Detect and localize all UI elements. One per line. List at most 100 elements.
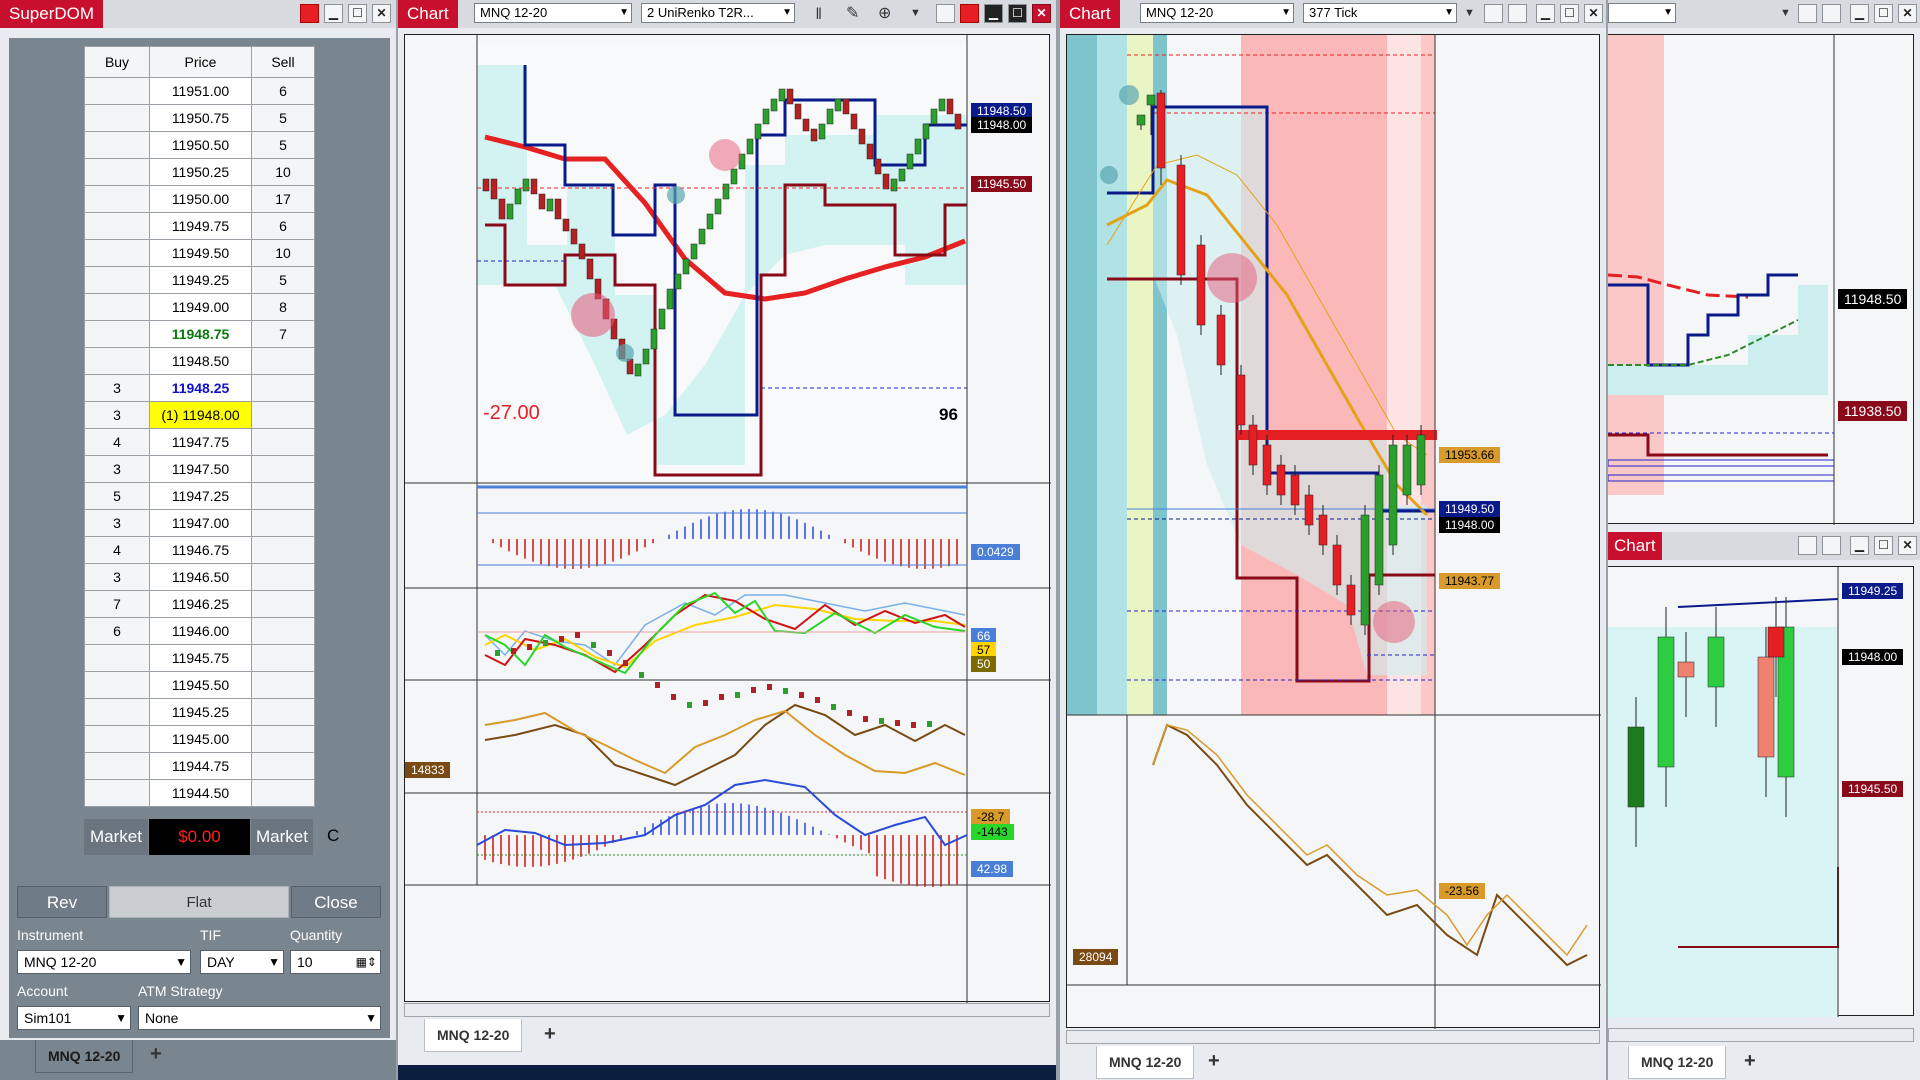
ladder-price-cell[interactable]: 11946.00 bbox=[149, 617, 252, 645]
ladder-price-cell[interactable]: 11945.75 bbox=[149, 644, 252, 672]
ladder-price-cell[interactable]: 11944.50 bbox=[149, 779, 252, 807]
chart1-close-button[interactable]: ✕ bbox=[1032, 4, 1051, 23]
chart2-option2-button[interactable] bbox=[1508, 4, 1527, 23]
chart3-option2-button[interactable] bbox=[1822, 4, 1841, 23]
ladder-sell-cell[interactable]: 5 bbox=[251, 104, 315, 132]
ladder-buy-cell[interactable] bbox=[84, 131, 150, 159]
ladder-price-cell[interactable]: 11950.75 bbox=[149, 104, 252, 132]
ladder-buy-cell[interactable] bbox=[84, 239, 150, 267]
chart1-scrollbar[interactable] bbox=[404, 1003, 1050, 1017]
chart1-bartype-select[interactable]: 2 UniRenko T2R... ▼ bbox=[641, 3, 795, 23]
ladder-price-cell[interactable]: 11949.50 bbox=[149, 239, 252, 267]
calculator-icon[interactable]: ▦⇕ bbox=[356, 951, 377, 973]
chart1-tab-mnq[interactable]: MNQ 12-20 bbox=[424, 1019, 523, 1052]
ladder-buy-cell[interactable] bbox=[84, 671, 150, 699]
ladder-price-cell[interactable]: 11949.00 bbox=[149, 293, 252, 321]
ladder-sell-cell[interactable] bbox=[251, 401, 315, 429]
ladder-buy-cell[interactable] bbox=[84, 212, 150, 240]
chart4-maximize-button[interactable]: ☐ bbox=[1874, 536, 1893, 555]
atm-select[interactable]: None ▼ bbox=[138, 1006, 381, 1030]
ladder-price-cell[interactable]: 11945.25 bbox=[149, 698, 252, 726]
ladder-row[interactable]: 11950.25 10 bbox=[84, 158, 315, 186]
ladder-row[interactable]: 11950.75 5 bbox=[84, 104, 315, 132]
ladder-buy-cell[interactable]: 5 bbox=[84, 482, 150, 510]
chart3-close-button[interactable]: ✕ bbox=[1898, 4, 1917, 23]
ladder-sell-cell[interactable] bbox=[251, 563, 315, 591]
ladder-sell-cell[interactable] bbox=[251, 725, 315, 753]
maximize-button[interactable]: ☐ bbox=[348, 4, 367, 23]
ladder-sell-cell[interactable]: 6 bbox=[251, 77, 315, 105]
chart4-scrollbar[interactable] bbox=[1608, 1028, 1914, 1042]
ladder-row[interactable]: 11945.00 bbox=[84, 725, 315, 753]
chart2-add-tab-button[interactable]: + bbox=[1208, 1050, 1220, 1073]
ladder-row[interactable]: 3 11946.50 bbox=[84, 563, 315, 591]
ladder-row[interactable]: 4 11947.75 bbox=[84, 428, 315, 456]
ladder-price-cell[interactable]: 11946.75 bbox=[149, 536, 252, 564]
chart1-panel[interactable]: -27.00 96 11948.50 11948.00 11945.50 0.0… bbox=[404, 34, 1051, 1003]
chevron-down-icon[interactable]: ▼ bbox=[1780, 7, 1791, 19]
ladder-sell-cell[interactable] bbox=[251, 698, 315, 726]
ladder-row[interactable]: 11948.50 bbox=[84, 347, 315, 375]
ladder-buy-cell[interactable]: 4 bbox=[84, 428, 150, 456]
ladder-sell-cell[interactable]: 5 bbox=[251, 131, 315, 159]
chart4-minimize-button[interactable]: ▁ bbox=[1850, 536, 1869, 555]
chart2-minimize-button[interactable]: ▁ bbox=[1536, 4, 1555, 23]
ladder-price-cell[interactable]: 11950.25 bbox=[149, 158, 252, 186]
chart1-instrument-select[interactable]: MNQ 12-20 ▼ bbox=[474, 3, 632, 23]
ladder-price-cell[interactable]: 11946.50 bbox=[149, 563, 252, 591]
chart4-add-tab-button[interactable]: + bbox=[1744, 1050, 1756, 1073]
chart4-option2-button[interactable] bbox=[1822, 536, 1841, 555]
zoom-icon[interactable]: ⊕ bbox=[878, 3, 891, 23]
ladder-row[interactable]: 11951.00 6 bbox=[84, 77, 315, 105]
market-buy-button[interactable]: Market bbox=[84, 819, 148, 855]
ladder-buy-cell[interactable] bbox=[84, 320, 150, 348]
ladder-sell-cell[interactable] bbox=[251, 428, 315, 456]
chart1-titlebar[interactable]: Chart MNQ 12-20 ▼ 2 UniRenko T2R... ▼ 𝍪 ✎ … bbox=[398, 0, 1056, 28]
ladder-sell-cell[interactable]: 7 bbox=[251, 320, 315, 348]
ladder-row[interactable]: 11945.50 bbox=[84, 671, 315, 699]
ladder-buy-cell[interactable] bbox=[84, 644, 150, 672]
ladder-price-cell[interactable]: 11945.00 bbox=[149, 725, 252, 753]
ladder-buy-cell[interactable]: 3 bbox=[84, 401, 150, 429]
ladder-row[interactable]: 3 (1) 11948.00 bbox=[84, 401, 315, 429]
ladder-buy-cell[interactable]: 7 bbox=[84, 590, 150, 618]
ladder-sell-cell[interactable]: 10 bbox=[251, 158, 315, 186]
ladder-sell-cell[interactable] bbox=[251, 509, 315, 537]
chart3-titlebar[interactable]: ▼ ▼ ▁ ☐ ✕ bbox=[1608, 0, 1920, 28]
ladder-buy-cell[interactable]: 3 bbox=[84, 455, 150, 483]
chart3-minimize-button[interactable]: ▁ bbox=[1850, 4, 1869, 23]
chevron-down-icon[interactable]: ▼ bbox=[910, 7, 921, 19]
ladder-row[interactable]: 3 11947.50 bbox=[84, 455, 315, 483]
chart4-titlebar[interactable]: Chart ▁ ☐ ✕ bbox=[1608, 532, 1920, 560]
ladder-row[interactable]: 11945.75 bbox=[84, 644, 315, 672]
ladder-sell-cell[interactable] bbox=[251, 347, 315, 375]
ladder-price-cell[interactable]: 11948.75 bbox=[149, 320, 252, 348]
ladder-sell-cell[interactable]: 10 bbox=[251, 239, 315, 267]
quantity-stepper[interactable]: 10 ▦⇕ bbox=[290, 950, 381, 974]
ladder-buy-cell[interactable]: 4 bbox=[84, 536, 150, 564]
ladder-price-cell[interactable]: 11947.00 bbox=[149, 509, 252, 537]
close-button[interactable]: ✕ bbox=[372, 4, 391, 23]
tif-select[interactable]: DAY ▼ bbox=[200, 950, 284, 974]
bars-icon[interactable]: 𝍪 bbox=[816, 3, 821, 30]
chart3-maximize-button[interactable]: ☐ bbox=[1874, 4, 1893, 23]
ladder-buy-cell[interactable] bbox=[84, 698, 150, 726]
chart3-panel[interactable]: 11948.50 11938.50 bbox=[1607, 34, 1914, 525]
ladder-buy-cell[interactable]: 3 bbox=[84, 374, 150, 402]
ladder-price-cell[interactable]: 11951.00 bbox=[149, 77, 252, 105]
ladder-price-cell[interactable]: 11945.50 bbox=[149, 671, 252, 699]
ladder-price-cell[interactable]: 11946.25 bbox=[149, 590, 252, 618]
chevron-down-icon[interactable]: ▼ bbox=[1464, 7, 1475, 19]
chart4-option-button[interactable] bbox=[1798, 536, 1817, 555]
account-select[interactable]: Sim101 ▼ bbox=[17, 1006, 131, 1030]
instrument-select[interactable]: MNQ 12-20 ▼ bbox=[17, 950, 191, 974]
ladder-row[interactable]: 11949.00 8 bbox=[84, 293, 315, 321]
ladder-buy-cell[interactable]: 3 bbox=[84, 563, 150, 591]
ladder-row[interactable]: 11949.50 10 bbox=[84, 239, 315, 267]
ladder-buy-cell[interactable]: 3 bbox=[84, 509, 150, 537]
ladder-sell-cell[interactable] bbox=[251, 374, 315, 402]
ladder-buy-cell[interactable] bbox=[84, 158, 150, 186]
chart2-bartype-select[interactable]: 377 Tick ▼ bbox=[1303, 3, 1457, 23]
ladder-row[interactable]: 11944.75 bbox=[84, 752, 315, 780]
ladder-sell-cell[interactable]: 8 bbox=[251, 293, 315, 321]
